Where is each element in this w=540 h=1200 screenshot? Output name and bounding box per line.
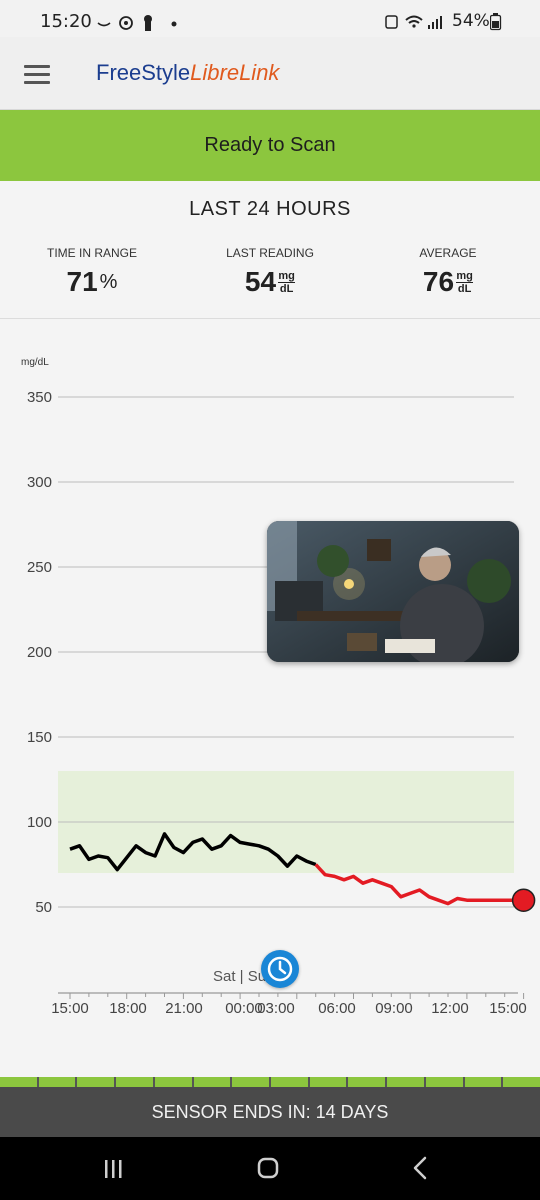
day-marker-label: Sat | Su: [213, 968, 266, 985]
ready-to-scan-label: Ready to Scan: [204, 134, 336, 156]
back-icon[interactable]: [380, 1137, 460, 1200]
x-tick-label: 09:00: [375, 1000, 413, 1017]
average-number: 76: [422, 266, 455, 297]
x-tick-label: 21:00: [165, 1000, 203, 1017]
sensor-progress-segment: [464, 1077, 502, 1087]
x-tick-label: 15:00: [51, 1000, 89, 1017]
sensor-progress-segment: [348, 1077, 386, 1087]
time-in-range-label: TIME IN RANGE: [46, 246, 137, 260]
app-bar: FreeStyleLibreLink: [0, 37, 540, 110]
sensor-progress-segment: [425, 1077, 463, 1087]
x-tick-label: 15:00: [489, 1000, 527, 1017]
picture-in-picture-video[interactable]: [267, 521, 519, 662]
average-stat: AVERAGE 76 mg dL: [358, 246, 538, 298]
app-logo: FreeStyleLibreLink: [96, 60, 279, 86]
lock-icon: [385, 15, 398, 29]
signal-icon: [428, 16, 442, 29]
average-unit: mg dL: [456, 269, 474, 295]
average-value: 76 mg dL: [422, 266, 474, 298]
summary-title: LAST 24 HOURS: [189, 198, 351, 220]
x-tick-label: 18:00: [109, 1000, 147, 1017]
status-left-icons: [97, 15, 177, 31]
average-label: AVERAGE: [419, 246, 477, 260]
home-icon[interactable]: [228, 1137, 308, 1200]
hamburger-menu-icon[interactable]: [24, 65, 50, 84]
unit-mg: mg: [278, 269, 295, 282]
sensor-progress-segment: [503, 1077, 540, 1087]
y-tick-label: 50: [35, 899, 52, 916]
last-reading-stat: LAST READING 54 mg dL: [180, 246, 360, 298]
ready-to-scan-banner[interactable]: Ready to Scan: [0, 110, 540, 181]
logo-librelink: LibreLink: [190, 60, 280, 85]
x-tick-label: 03:00: [257, 1000, 295, 1017]
notification-icon: [97, 22, 111, 27]
video-frame-image: [267, 521, 519, 662]
unit-mg: mg: [456, 269, 473, 282]
recents-icon[interactable]: [78, 1137, 158, 1200]
y-tick-label: 350: [27, 389, 52, 406]
y-tick-label: 300: [27, 474, 52, 491]
sensor-progress-segment: [309, 1077, 347, 1087]
x-tick-label: 12:00: [431, 1000, 469, 1017]
last-reading-value: 54 mg dL: [244, 266, 296, 298]
unit-dl: dL: [279, 282, 294, 295]
sensor-progress-segment: [0, 1077, 37, 1087]
sensor-progress-segment: [154, 1077, 192, 1087]
sensor-status-bar: SENSOR ENDS IN: 14 DAYS: [0, 1087, 540, 1137]
last-reading-label: LAST READING: [226, 246, 314, 260]
sensor-progress-segment: [77, 1077, 115, 1087]
y-tick-label: 200: [27, 644, 52, 661]
battery-icon: [490, 13, 502, 31]
android-nav-bar: [0, 1137, 540, 1200]
sensor-progress-segment: [193, 1077, 231, 1087]
logo-freestyle: FreeStyle: [96, 60, 191, 85]
y-tick-label: 250: [27, 559, 52, 576]
sensor-progress-segment: [232, 1077, 270, 1087]
clock-button[interactable]: [261, 950, 299, 988]
time-in-range-stat: TIME IN RANGE 71 %: [2, 246, 182, 298]
last-reading-number: 54: [244, 266, 277, 297]
status-time: 15:20: [40, 11, 92, 32]
x-tick-label: 06:00: [318, 1000, 356, 1017]
wifi-icon: [405, 15, 423, 21]
time-in-range-number: 71: [66, 266, 98, 297]
clock-icon: [267, 956, 293, 982]
time-in-range-value: 71 %: [67, 266, 118, 298]
last-reading-point: [511, 888, 536, 912]
dot-icon: [171, 21, 177, 27]
sensor-progress-bar: [0, 1077, 540, 1087]
sensor-progress-segment: [38, 1077, 76, 1087]
last-reading-unit: mg dL: [278, 269, 296, 295]
y-axis-label: mg/dL: [21, 357, 49, 368]
time-in-range-unit: %: [99, 270, 118, 293]
battery-percent: 54%: [452, 11, 490, 31]
status-right-icons: [385, 15, 442, 29]
sensor-ends-label: SENSOR ENDS IN: 14 DAYS: [151, 1101, 389, 1122]
unit-dl: dL: [457, 282, 472, 295]
sensor-progress-segment: [116, 1077, 153, 1087]
y-tick-label: 100: [27, 814, 52, 831]
sensor-progress-segment: [387, 1077, 424, 1087]
y-tick-label: 150: [27, 729, 52, 746]
sensor-progress-segment: [271, 1077, 308, 1087]
